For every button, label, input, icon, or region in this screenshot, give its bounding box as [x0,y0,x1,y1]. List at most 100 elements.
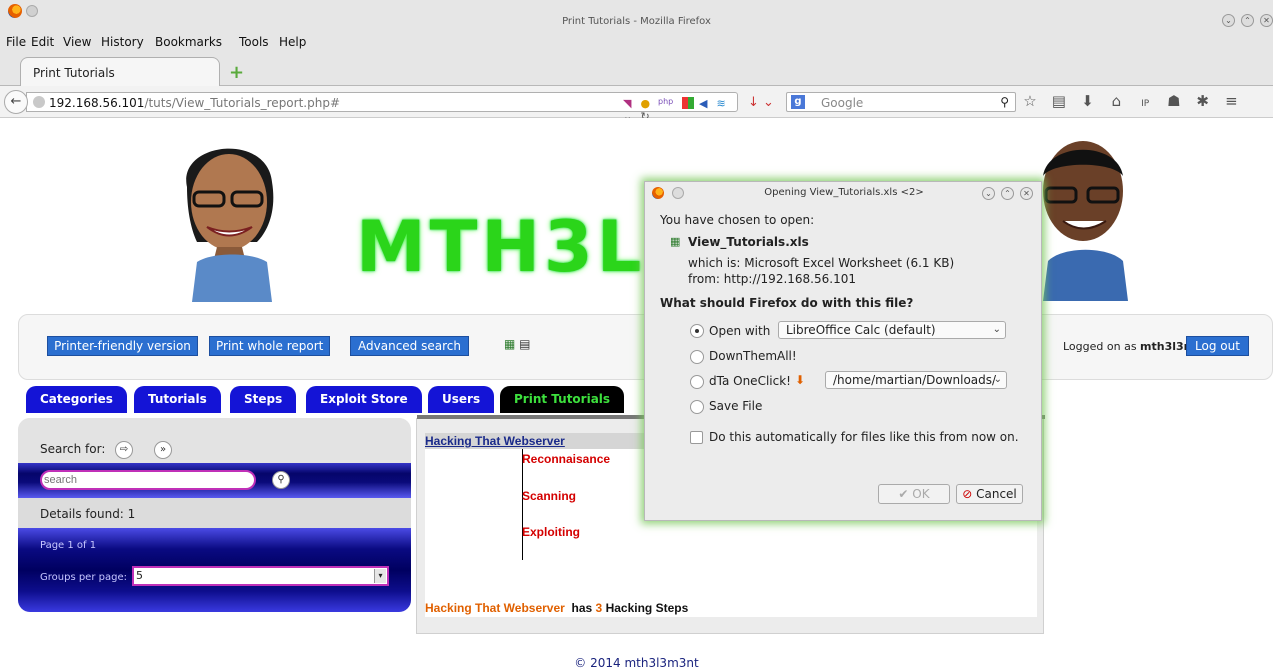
summary-tail: Hacking Steps [605,601,689,615]
select-arrow-icon[interactable]: ▾ [374,569,386,583]
back-button[interactable]: ← [4,90,28,114]
bird-icon[interactable]: ◀ [699,97,711,110]
dialog-maximize-icon[interactable]: ⌃ [1001,187,1014,200]
female-caricature-image [186,148,274,302]
check-icon: ✔ [898,487,909,501]
wave-icon[interactable]: ≋ [717,97,729,110]
menu-view[interactable]: View [63,35,91,49]
page-info: Page 1 of 1 [40,540,97,551]
groups-per-page-label: Groups per page: [40,572,127,583]
save-file-radio[interactable] [690,400,704,414]
ok-label: OK [912,487,930,501]
dta-path-select[interactable]: /home/martian/Downloads/ ⌄ [825,371,1007,389]
dialog-close-icon[interactable]: ✕ [1020,187,1033,200]
menu-tools[interactable]: Tools [239,35,269,49]
search-bar[interactable]: g Google ⚲ [786,92,1016,112]
home-icon[interactable]: ⌂ [1104,92,1128,110]
open-with-radio[interactable] [690,324,704,338]
report-summary: Hacking That Webserver has 3 Hacking Ste… [425,601,688,615]
download-status-icon[interactable]: ↓ ⌄ [748,95,774,110]
downloads-icon[interactable]: ⬇ [1076,92,1100,110]
window-title: Print Tutorials - Mozilla Firefox [562,16,711,27]
minimize-icon[interactable]: ⌄ [1222,14,1235,27]
binoculars-icon[interactable]: ⚲ [1000,95,1009,109]
ip-icon[interactable]: IP [1133,99,1157,109]
site-logo: MTH3L [352,206,647,290]
do-automatically-checkbox[interactable] [690,431,703,444]
cancel-label: Cancel [976,487,1017,501]
dta-download-icon: ⬇ [795,373,806,387]
summary-has: has [571,601,593,615]
downthemall-radio[interactable] [690,350,704,364]
advanced-search-button[interactable]: Advanced search [350,336,469,356]
search-panel-header: Search for: ⇨ » [18,418,411,463]
word-export-icon[interactable]: ▤ [519,337,530,351]
menu-help[interactable]: Help [279,35,306,49]
google-icon[interactable]: g [791,95,805,109]
site-identity-icon[interactable] [33,96,45,108]
bookmark-star-icon[interactable]: ☆ [1018,92,1042,110]
do-automatically-label[interactable]: Do this automatically for files like thi… [709,430,1019,444]
pen-icon[interactable]: ◥ [623,97,635,110]
groups-per-page-value: 5 [136,569,143,582]
open-with-app-value: LibreOffice Calc (default) [786,323,936,337]
male-caricature-image [1043,141,1128,301]
step-item: Exploiting [522,525,580,539]
navigation-bar: 192.168.56.101/tuts/View_Tutorials_repor… [0,86,1273,123]
menu-bookmarks[interactable]: Bookmarks [155,35,222,49]
puzzle-icon[interactable]: ✱ [1191,92,1215,110]
ok-button[interactable]: ✔ OK [878,484,950,504]
maximize-icon[interactable]: ⌃ [1241,14,1254,27]
dta-path-value: /home/martian/Downloads/ [833,373,997,387]
close-icon[interactable]: ✕ [1260,14,1273,27]
dta-oneclick-radio[interactable] [690,375,704,389]
export-icons: ▦ ▤ [504,337,531,351]
save-file-label[interactable]: Save File [709,399,762,413]
search-row: ⚲ [18,463,411,498]
cancel-icon: ⊘ [962,487,973,501]
file-name: View_Tutorials.xls [688,235,809,249]
cancel-button[interactable]: ⊘ Cancel [956,484,1023,504]
reading-list-icon[interactable]: ▤ [1047,92,1071,110]
tab-steps[interactable]: Steps [230,386,297,413]
file-source-text: from: http://192.168.56.101 [688,272,856,286]
colorful-icon[interactable] [681,97,694,109]
search-icon[interactable]: ⚲ [272,471,290,489]
details-found-row: Details found: 1 [18,498,411,528]
tab-tutorials[interactable]: Tutorials [134,386,221,413]
search-panel: Search for: ⇨ » ⚲ Details found: 1 Page … [18,418,411,612]
downthemall-label[interactable]: DownThemAll! [709,349,797,363]
lock-icon[interactable]: ● [641,97,653,110]
tab-users[interactable]: Users [428,386,495,413]
menu-file[interactable]: File [6,35,26,49]
expand-chevron-icon[interactable]: » [154,441,172,459]
new-tab-icon[interactable]: + [229,62,244,83]
search-options-icon[interactable]: ⇨ [115,441,133,459]
site-logo-text: MTH3L [356,206,646,288]
menu-history[interactable]: History [101,35,144,49]
groups-per-page-select[interactable]: 5 ▾ [132,566,389,586]
summary-title: Hacking That Webserver [425,601,565,615]
tab-exploit-store[interactable]: Exploit Store [306,386,422,413]
excel-export-icon[interactable]: ▦ [504,337,515,351]
php-icon[interactable]: php [658,97,676,109]
tab-print-tutorials[interactable]: Print Tutorials [20,57,220,86]
open-with-app-select[interactable]: LibreOffice Calc (default) ⌄ [778,321,1006,339]
dialog-minimize-icon[interactable]: ⌄ [982,187,995,200]
open-with-label[interactable]: Open with [709,324,770,338]
url-bar[interactable]: 192.168.56.101/tuts/View_Tutorials_repor… [26,92,738,123]
file-type-text: which is: Microsoft Excel Worksheet (6.1… [688,256,955,270]
chevron-down-icon: ⌄ [992,324,1001,335]
print-whole-report-button[interactable]: Print whole report [209,336,330,356]
chevron-down-icon: ⌄ [993,374,1002,385]
hamburger-menu-icon[interactable]: ≡ [1219,92,1243,110]
tab-categories[interactable]: Categories [26,386,127,413]
menu-edit[interactable]: Edit [31,35,54,49]
tab-print-tutorials-nav[interactable]: Print Tutorials [500,386,625,413]
printer-friendly-button[interactable]: Printer-friendly version [47,336,198,356]
ghost-icon[interactable]: ☗ [1162,92,1186,110]
dta-oneclick-label[interactable]: dTa OneClick! [709,374,791,388]
group-title-link[interactable]: Hacking That Webserver [425,434,565,448]
search-input[interactable] [40,470,256,490]
log-out-button[interactable]: Log out [1186,336,1249,356]
